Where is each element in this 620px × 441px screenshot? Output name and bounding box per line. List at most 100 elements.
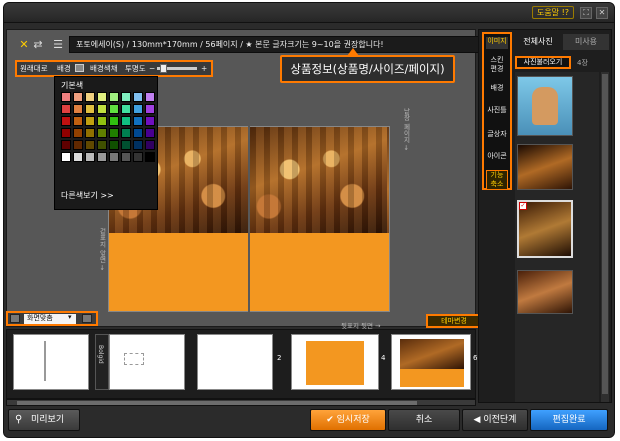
shuffle-icon[interactable]: ⇄: [31, 38, 45, 52]
plus-icon[interactable]: +: [201, 63, 207, 74]
color-swatch[interactable]: [109, 140, 119, 150]
color-swatch[interactable]: [109, 116, 119, 126]
color-swatch[interactable]: [85, 92, 95, 102]
right-page[interactable]: [249, 126, 390, 312]
tab-icon[interactable]: 아이콘: [486, 152, 508, 164]
chevron-down-icon[interactable]: ▾: [68, 313, 72, 321]
load-photos-button[interactable]: 사진불러오기: [515, 56, 571, 69]
color-swatch[interactable]: [97, 128, 107, 138]
color-swatch[interactable]: [97, 116, 107, 126]
color-swatch[interactable]: [121, 104, 131, 114]
color-swatch[interactable]: [121, 128, 131, 138]
color-swatch[interactable]: [73, 140, 83, 150]
background-color-button[interactable]: 배경색채: [90, 63, 118, 74]
color-swatch[interactable]: [145, 92, 155, 102]
help-button[interactable]: 도움말 !?: [532, 6, 574, 19]
zoom-in-button[interactable]: [82, 314, 92, 323]
color-swatch[interactable]: [121, 92, 131, 102]
maximize-icon[interactable]: ⛶: [580, 7, 592, 19]
color-swatch[interactable]: [73, 152, 83, 162]
color-swatch[interactable]: [133, 152, 143, 162]
color-swatch[interactable]: [85, 152, 95, 162]
check-icon: ✔: [326, 415, 337, 425]
color-swatch[interactable]: [85, 128, 95, 138]
thumb-page-4[interactable]: [391, 334, 471, 390]
color-swatch[interactable]: [145, 140, 155, 150]
color-swatch[interactable]: [133, 116, 143, 126]
thumbnail-scroll-thumb[interactable]: [17, 401, 417, 405]
color-swatch[interactable]: [61, 92, 71, 102]
temp-save-button[interactable]: ✔ 임시저장: [310, 409, 386, 431]
color-swatch[interactable]: [145, 128, 155, 138]
thumb-number: 3: [295, 354, 300, 362]
finish-edit-button[interactable]: 편집완료: [530, 409, 608, 431]
thumb-number: 2: [277, 354, 282, 362]
color-swatch[interactable]: [61, 128, 71, 138]
color-swatch[interactable]: [73, 116, 83, 126]
color-swatch[interactable]: [109, 104, 119, 114]
tab-all-photos[interactable]: 전체사진: [515, 34, 561, 50]
color-swatch[interactable]: [109, 92, 119, 102]
color-swatch[interactable]: [109, 152, 119, 162]
color-swatch[interactable]: [73, 104, 83, 114]
color-swatch[interactable]: [121, 116, 131, 126]
gallery-scrollbar[interactable]: [601, 72, 609, 402]
close-icon[interactable]: ✕: [596, 7, 608, 19]
color-swatch[interactable]: [133, 128, 143, 138]
color-swatch[interactable]: [121, 140, 131, 150]
color-swatch[interactable]: [85, 116, 95, 126]
cancel-button[interactable]: 취소: [388, 409, 460, 431]
checkbox-icon[interactable]: ✓: [519, 202, 527, 210]
gallery-photo-1[interactable]: [517, 76, 573, 136]
color-swatch[interactable]: [61, 104, 71, 114]
color-swatch[interactable]: [61, 116, 71, 126]
gallery-scroll-thumb[interactable]: [602, 74, 608, 394]
tab-text-box[interactable]: 글상자: [486, 130, 508, 142]
reset-background-button[interactable]: 원래대로: [20, 63, 48, 74]
color-swatch[interactable]: [85, 104, 95, 114]
tab-background[interactable]: 배경: [486, 84, 508, 96]
opacity-slider-thumb[interactable]: [160, 64, 167, 73]
color-swatch[interactable]: [97, 104, 107, 114]
tab-photo-frame[interactable]: 사진틀: [486, 106, 508, 118]
previous-step-button[interactable]: ◀ 이전단계: [462, 409, 528, 431]
color-swatch[interactable]: [133, 104, 143, 114]
color-swatch[interactable]: [145, 152, 155, 162]
tab-collapse[interactable]: 기능 축소: [486, 170, 508, 190]
more-colors-button[interactable]: 다른색보기 >>: [61, 190, 114, 201]
color-swatch[interactable]: [133, 140, 143, 150]
thumb-page-3[interactable]: [291, 334, 379, 390]
color-swatch[interactable]: [97, 152, 107, 162]
minus-icon[interactable]: −: [149, 63, 155, 74]
color-swatch[interactable]: [121, 152, 131, 162]
gallery-photo-4[interactable]: [517, 270, 573, 314]
color-swatch[interactable]: [109, 128, 119, 138]
tab-skin[interactable]: 스킨 편경: [486, 56, 508, 76]
color-swatch[interactable]: [61, 152, 71, 162]
gallery-photo-2[interactable]: [517, 144, 573, 190]
theme-change-button[interactable]: 테마변경: [426, 314, 482, 328]
background-button[interactable]: 배경: [57, 63, 71, 74]
color-swatch[interactable]: [97, 140, 107, 150]
image-icon[interactable]: [75, 64, 84, 72]
color-swatch[interactable]: [145, 104, 155, 114]
preview-button[interactable]: ⚲ 미리보기: [8, 409, 80, 431]
thumb-page-2[interactable]: [197, 334, 273, 390]
color-swatch[interactable]: [145, 116, 155, 126]
color-swatch[interactable]: [73, 92, 83, 102]
left-side-label: 겉표지 앞면 →: [98, 228, 106, 271]
color-swatch[interactable]: [133, 92, 143, 102]
thumb-cover[interactable]: [13, 334, 89, 390]
thumb-spine[interactable]: Bolgid: [95, 334, 109, 390]
tab-unused-photos[interactable]: 미사용: [563, 34, 609, 50]
delete-icon[interactable]: ✕: [17, 38, 31, 52]
zoom-out-button[interactable]: [10, 314, 20, 323]
thumbnail-scrollbar[interactable]: [6, 399, 476, 406]
align-icon[interactable]: ☰: [51, 38, 65, 52]
color-swatch[interactable]: [97, 92, 107, 102]
color-swatch[interactable]: [73, 128, 83, 138]
color-swatch[interactable]: [61, 140, 71, 150]
color-swatch[interactable]: [85, 140, 95, 150]
thumb-page-1[interactable]: [109, 334, 185, 390]
tab-image[interactable]: 이미지: [486, 37, 508, 49]
